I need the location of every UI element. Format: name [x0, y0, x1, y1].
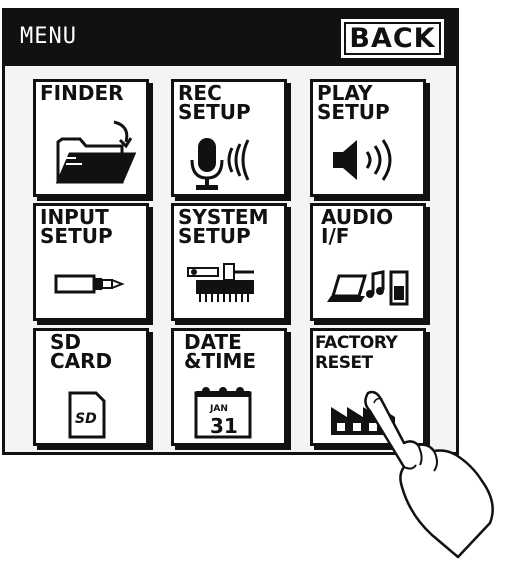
menu-header: MENU BACK — [5, 11, 456, 66]
sd-card-icon: SD — [68, 391, 106, 439]
pointing-hand-icon — [364, 390, 494, 559]
calendar-icon: JAN 31 — [194, 387, 252, 439]
calendar-month: JAN — [209, 404, 228, 414]
speaker-icon — [333, 139, 392, 181]
folder-icon — [55, 120, 137, 184]
back-button[interactable]: BACK — [341, 19, 444, 58]
finder-button[interactable]: FINDER — [33, 79, 149, 197]
sd-card-text: SD — [75, 411, 97, 427]
chip-icon — [187, 263, 254, 302]
play-setup-button[interactable]: PLAY SETUP — [310, 79, 426, 197]
microphone-icon — [190, 138, 250, 190]
input-jack-icon — [54, 274, 125, 294]
rec-setup-button[interactable]: REC SETUP — [171, 79, 287, 197]
input-setup-button[interactable]: INPUT SETUP — [33, 203, 149, 321]
audio-if-button[interactable]: AUDIO I/F — [310, 203, 426, 321]
computer-music-icon — [327, 270, 409, 306]
back-button-label: BACK — [349, 23, 436, 54]
menu-title: MENU — [20, 24, 77, 49]
calendar-day: 31 — [210, 414, 238, 438]
sd-card-button[interactable]: SD CARD SD — [33, 328, 149, 446]
date-time-button[interactable]: DATE &TIME JAN 31 — [171, 328, 287, 446]
system-setup-button[interactable]: SYSTEM SETUP — [171, 203, 287, 321]
